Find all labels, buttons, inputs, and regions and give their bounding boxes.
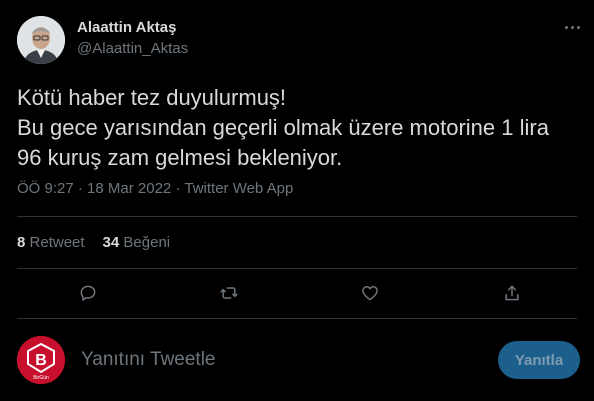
meta-separator: · xyxy=(77,180,88,197)
tweet-date[interactable]: 18 Mar 2022 xyxy=(87,180,171,197)
like-label: Beğeni xyxy=(123,234,171,251)
like-stat[interactable]: 34 Beğeni xyxy=(103,234,171,251)
share-icon[interactable] xyxy=(499,280,525,306)
comment-icon[interactable] xyxy=(75,280,101,306)
tweet-time[interactable]: ÖÖ 9:27 xyxy=(17,180,74,197)
retweet-count: 8 xyxy=(17,234,26,251)
more-options-icon[interactable] xyxy=(562,18,582,36)
tweet-text: Kötü haber tez duyulurmuş! Bu gece yarıs… xyxy=(17,83,577,173)
author-avatar[interactable] xyxy=(17,16,65,64)
retweet-label: Retweet xyxy=(29,234,85,251)
reply-input[interactable]: Yanıtını Tweetle xyxy=(81,349,216,371)
birgun-logo-icon: B BirGün xyxy=(17,336,65,384)
author-handle[interactable]: @Alaattin_Aktas xyxy=(77,40,188,57)
tweet-text-line: 96 kuruş zam gelmesi bekleniyor. xyxy=(17,145,343,170)
tweet-metadata: ÖÖ 9:27 · 18 Mar 2022 · Twitter Web App xyxy=(17,180,293,197)
divider xyxy=(17,216,577,217)
divider xyxy=(17,268,577,269)
tweet-source[interactable]: Twitter Web App xyxy=(184,180,293,197)
tweet-text-line: Kötü haber tez duyulurmuş! xyxy=(17,85,287,110)
heart-icon[interactable] xyxy=(357,280,383,306)
action-bar xyxy=(0,280,594,306)
avatar-letter: B xyxy=(35,352,47,369)
reply-avatar[interactable]: B BirGün xyxy=(17,336,65,384)
tweet-text-line: Bu gece yarısından geçerli olmak üzere m… xyxy=(17,115,549,140)
retweet-icon[interactable] xyxy=(216,280,242,306)
reply-button[interactable]: Yanıtla xyxy=(498,341,580,379)
tweet-card: Alaattin Aktaş @Alaattin_Aktas Kötü habe… xyxy=(0,0,594,401)
engagement-stats: 8 Retweet 34 Beğeni xyxy=(17,234,170,251)
avatar-caption: BirGün xyxy=(33,375,49,381)
author-photo xyxy=(17,16,65,64)
divider xyxy=(17,318,577,319)
like-count: 34 xyxy=(102,234,120,251)
author-display-name[interactable]: Alaattin Aktaş xyxy=(77,19,176,36)
retweet-stat[interactable]: 8 Retweet xyxy=(17,234,85,251)
